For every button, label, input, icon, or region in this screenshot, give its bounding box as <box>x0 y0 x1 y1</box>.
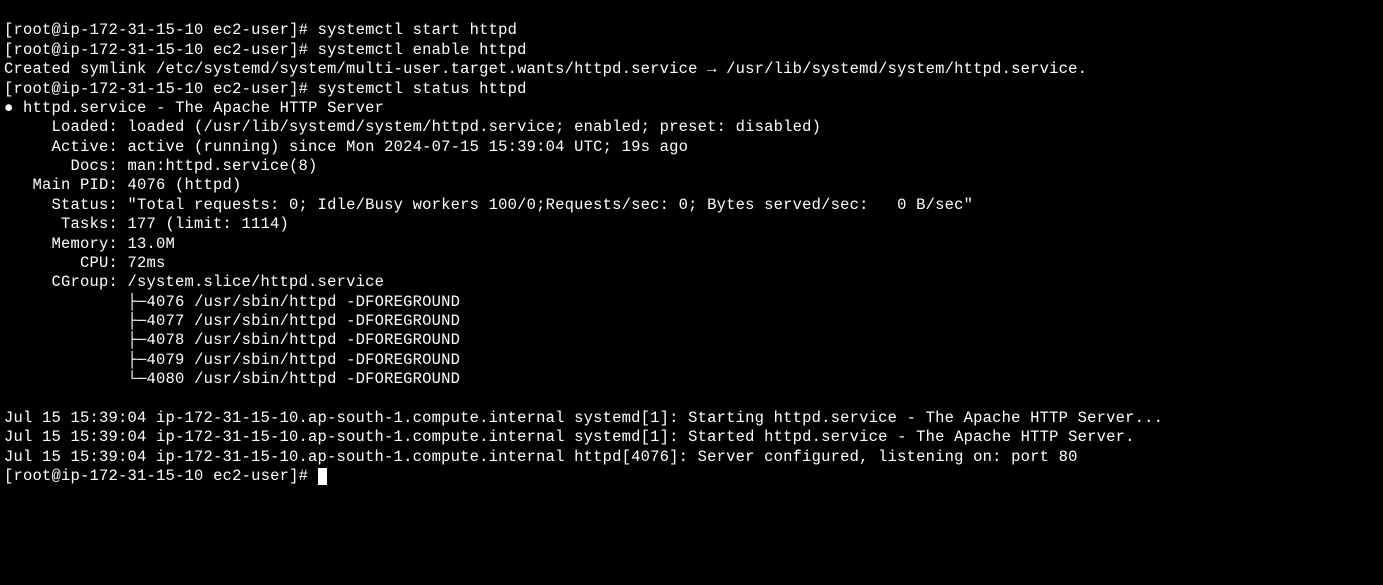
cgroup-proc: ├─4079 /usr/sbin/httpd -DFOREGROUND <box>4 351 460 369</box>
journal-line: Jul 15 15:39:04 ip-172-31-15-10.ap-south… <box>4 448 1078 466</box>
cgroup-proc: ├─4076 /usr/sbin/httpd -DFOREGROUND <box>4 293 460 311</box>
cgroup-proc: ├─4077 /usr/sbin/httpd -DFOREGROUND <box>4 312 460 330</box>
prompt: [root@ip-172-31-15-10 ec2-user]# <box>4 80 318 98</box>
prompt: [root@ip-172-31-15-10 ec2-user]# <box>4 21 318 39</box>
status-tasks: Tasks: 177 (limit: 1114) <box>4 215 289 233</box>
status-cpu: CPU: 72ms <box>4 254 166 272</box>
output-line: Created symlink /etc/systemd/system/mult… <box>4 60 1087 78</box>
status-active: Active: active (running) since Mon 2024-… <box>4 138 688 156</box>
cgroup-proc: ├─4078 /usr/sbin/httpd -DFOREGROUND <box>4 331 460 349</box>
command: systemctl enable httpd <box>318 41 527 59</box>
status-loaded: Loaded: loaded (/usr/lib/systemd/system/… <box>4 118 821 136</box>
journal-line: Jul 15 15:39:04 ip-172-31-15-10.ap-south… <box>4 428 1135 446</box>
status-cgroup: CGroup: /system.slice/httpd.service <box>4 273 384 291</box>
terminal-cursor[interactable] <box>318 468 327 485</box>
journal-line: Jul 15 15:39:04 ip-172-31-15-10.ap-south… <box>4 409 1163 427</box>
status-memory: Memory: 13.0M <box>4 235 175 253</box>
active-dot-icon <box>4 99 14 117</box>
cgroup-proc: └─4080 /usr/sbin/httpd -DFOREGROUND <box>4 370 460 388</box>
command: systemctl start httpd <box>318 21 518 39</box>
prompt: [root@ip-172-31-15-10 ec2-user]# <box>4 467 318 485</box>
status-mainpid: Main PID: 4076 (httpd) <box>4 176 242 194</box>
prompt: [root@ip-172-31-15-10 ec2-user]# <box>4 41 318 59</box>
status-docs: Docs: man:httpd.service(8) <box>4 157 318 175</box>
command: systemctl status httpd <box>318 80 527 98</box>
status-header: httpd.service - The Apache HTTP Server <box>4 99 384 117</box>
status-status: Status: "Total requests: 0; Idle/Busy wo… <box>4 196 973 214</box>
